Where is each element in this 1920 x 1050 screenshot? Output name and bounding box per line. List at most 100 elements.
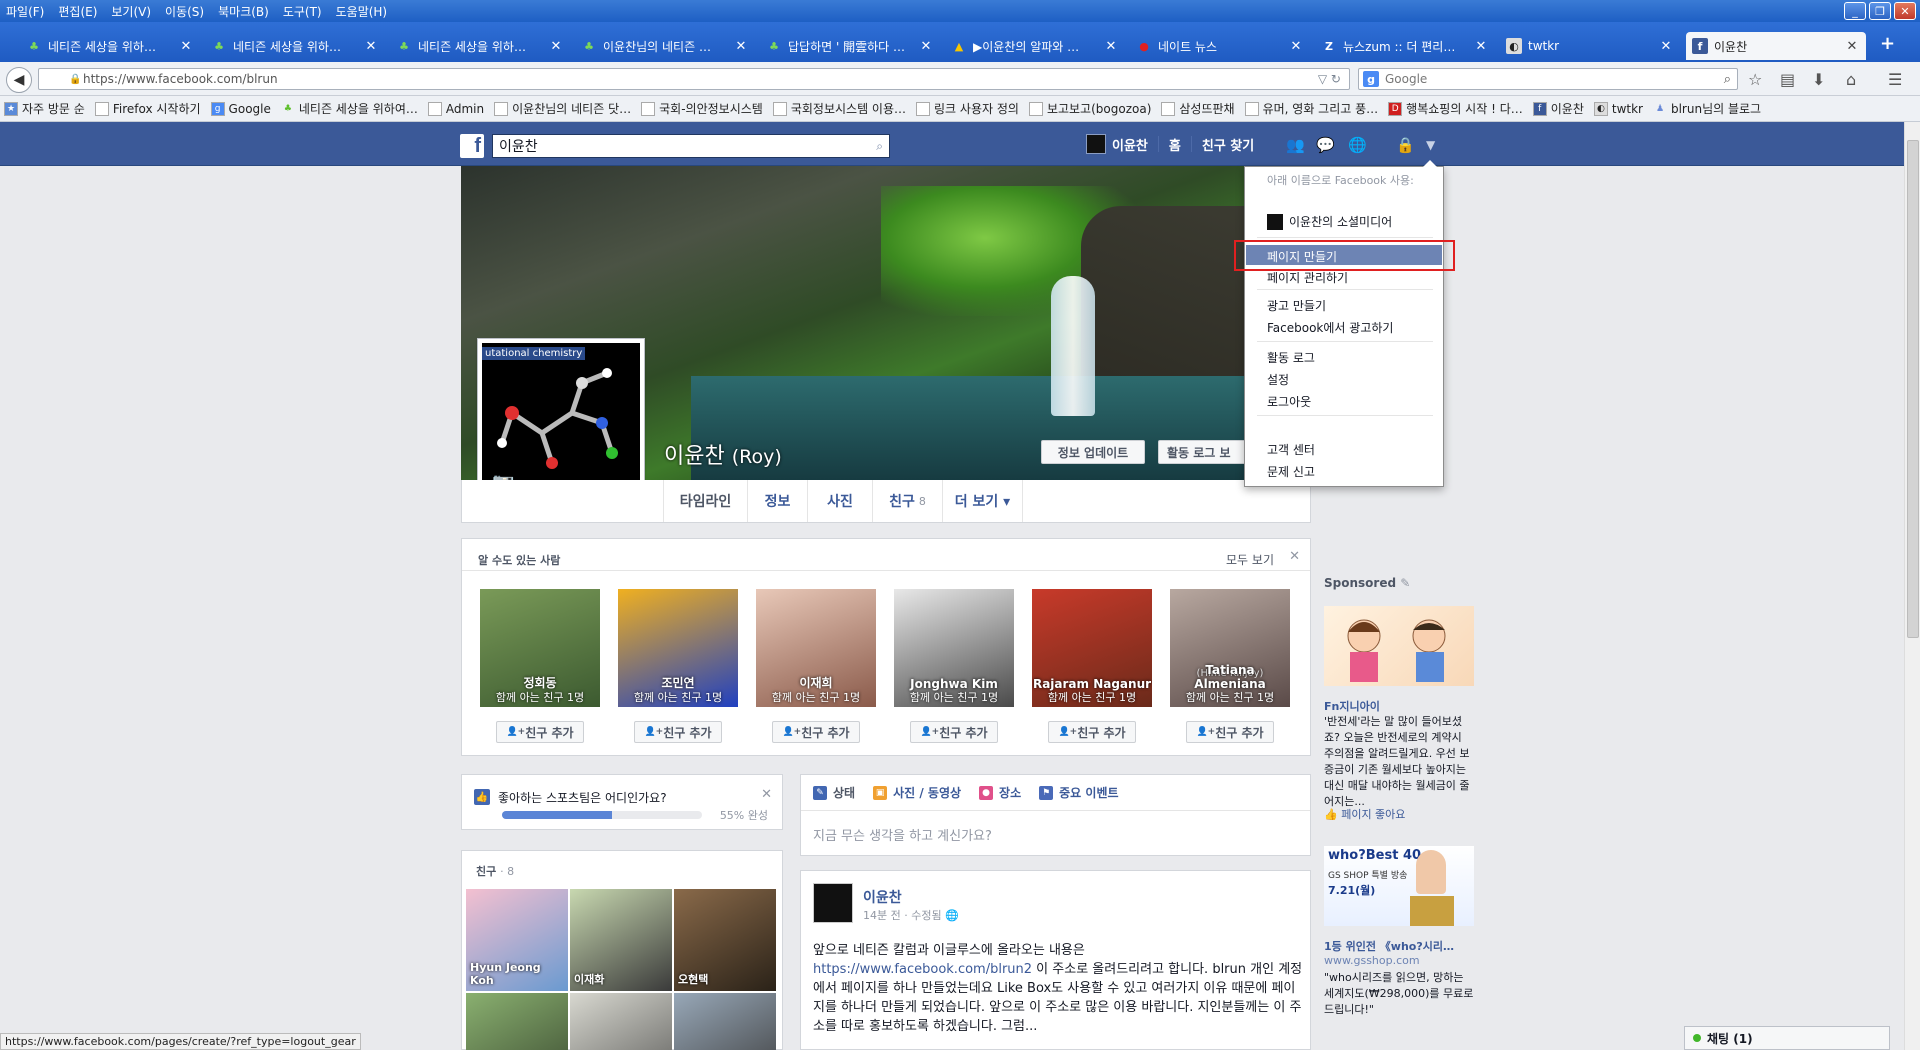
tab-friends[interactable]: 친구 8	[873, 480, 943, 522]
composer-tab-photo[interactable]: ▣ 사진 / 동영상	[873, 784, 961, 801]
pymk-card[interactable]: (Hime Killjoy) Tatiana Almeniana 함께 아는 친구 …	[1170, 589, 1290, 707]
menu-item-manage-pages[interactable]: 페이지 관리하기	[1267, 269, 1348, 286]
bookmark-item[interactable]: 이윤찬님의 네티즌 닷…	[494, 100, 631, 117]
friend-thumbnail[interactable]: 오현택	[674, 889, 776, 991]
tab-close-icon[interactable]: ✕	[548, 39, 564, 54]
friend-thumbnail[interactable]: Hyun Jeong Koh	[466, 889, 568, 991]
friend-requests-icon[interactable]: 👥	[1286, 136, 1306, 154]
ad-url[interactable]: www.gsshop.com	[1324, 954, 1420, 967]
menu-item-help[interactable]: 고객 센터	[1267, 441, 1315, 458]
avatar[interactable]	[1086, 134, 1106, 154]
maximize-icon[interactable]: ❐	[1869, 2, 1891, 20]
vertical-scrollbar[interactable]	[1904, 122, 1920, 1050]
pymk-mutual-friends[interactable]: 함께 아는 친구 1명	[894, 689, 1014, 705]
minimize-icon[interactable]: _	[1844, 2, 1866, 20]
back-icon[interactable]: ◀	[6, 67, 32, 93]
close-icon[interactable]: ✕	[761, 787, 772, 802]
bookmark-item[interactable]: ◐ twtkr	[1593, 101, 1643, 116]
add-friend-button[interactable]: 👤+ 친구 추가	[772, 721, 860, 743]
nav-profile-link[interactable]: 이윤찬	[1112, 135, 1148, 154]
pymk-card[interactable]: 정회동 함께 아는 친구 1명	[480, 589, 600, 707]
bookmarks-menu-icon[interactable]: ▤	[1780, 70, 1795, 89]
composer-tab-life-event[interactable]: ⚑ 중요 이벤트	[1039, 784, 1119, 801]
bookmark-star-icon[interactable]: ☆	[1748, 70, 1762, 89]
activity-log-button[interactable]: 활동 로그 보	[1158, 440, 1248, 464]
menu-item-create-ad[interactable]: 광고 만들기	[1267, 297, 1326, 314]
avatar[interactable]	[813, 883, 853, 923]
post-author[interactable]: 이윤찬	[863, 887, 902, 907]
close-icon[interactable]: ✕	[1289, 549, 1300, 564]
menu-item-advertise[interactable]: Facebook에서 광고하기	[1267, 319, 1393, 336]
post-link[interactable]: https://www.facebook.com/blrun2	[813, 962, 1032, 977]
bookmark-item[interactable]: Admin	[427, 101, 484, 116]
browser-tab[interactable]: ♣ 이윤찬님의 네티즌 … ✕	[575, 32, 755, 60]
bookmark-item[interactable]: 유머, 영화 그리고 풍…	[1244, 100, 1378, 117]
search-input[interactable]: g Google ⌕	[1358, 68, 1738, 90]
bookmark-item[interactable]: 보고보고(bogozoa)	[1028, 100, 1151, 117]
menu-file[interactable]: 파일(F)	[6, 3, 44, 20]
menu-tools[interactable]: 도구(T)	[283, 3, 322, 20]
new-tab-icon[interactable]: +	[1880, 33, 1895, 54]
facebook-logo-icon[interactable]: f	[460, 134, 484, 158]
url-bar[interactable]: 🔒 https://www.facebook.com/blrun ▽ ↻	[38, 68, 1350, 90]
see-all-link[interactable]: 모두 보기	[1226, 551, 1274, 568]
bookmark-item[interactable]: 삼성뜨판채	[1161, 100, 1235, 117]
menu-item-settings[interactable]: 설정	[1267, 371, 1289, 388]
bookmark-item[interactable]: D 행복쇼핑의 시작 ! 다…	[1388, 100, 1523, 117]
menu-history[interactable]: 이동(S)	[165, 3, 204, 20]
browser-tab[interactable]: Z 뉴스zum :: 더 편리… ✕	[1315, 32, 1495, 60]
tab-close-icon[interactable]: ✕	[733, 39, 749, 54]
pymk-mutual-friends[interactable]: 함께 아는 친구 1명	[480, 689, 600, 705]
browser-tab[interactable]: ● 네이트 뉴스 ✕	[1130, 32, 1310, 60]
menu-icon[interactable]: ☰	[1888, 70, 1902, 89]
nav-home-link[interactable]: 홈	[1169, 135, 1181, 154]
add-friend-button[interactable]: 👤+ 친구 추가	[496, 721, 584, 743]
pymk-mutual-friends[interactable]: 함께 아는 친구 1명	[618, 689, 738, 705]
pymk-mutual-friends[interactable]: 함께 아는 친구 1명	[1170, 689, 1290, 705]
nav-find-friends-link[interactable]: 친구 찾기	[1202, 135, 1254, 154]
bookmark-item[interactable]: g Google	[210, 101, 271, 116]
browser-tab[interactable]: ♣ 답답하면 ' 開雲하다 … ✕	[760, 32, 940, 60]
chevron-down-icon[interactable]: ▼	[1426, 138, 1446, 156]
ad-title[interactable]: 1등 위인전 《who?시리…	[1324, 938, 1474, 954]
download-icon[interactable]: ⬇	[1812, 70, 1825, 89]
browser-tab[interactable]: ♣ 네티즌 세상을 위하… ✕	[205, 32, 385, 60]
tab-close-icon[interactable]: ✕	[1103, 39, 1119, 54]
menu-item-page-identity[interactable]: 이윤찬의 소셜미디어	[1267, 213, 1392, 230]
ad-image[interactable]	[1324, 606, 1474, 686]
tab-close-icon[interactable]: ✕	[1844, 39, 1860, 54]
menu-edit[interactable]: 편집(E)	[58, 3, 97, 20]
pymk-card[interactable]: Jonghwa Kim 함께 아는 친구 1명	[894, 589, 1014, 707]
update-info-button[interactable]: 정보 업데이트	[1041, 440, 1145, 464]
menu-bookmarks[interactable]: 북마크(B)	[218, 3, 269, 20]
menu-item-report[interactable]: 문제 신고	[1267, 463, 1315, 480]
menu-item-activity-log[interactable]: 활동 로그	[1267, 349, 1315, 366]
browser-tab[interactable]: ♣ 네티즌 세상을 위하… ✕	[390, 32, 570, 60]
profile-name[interactable]: 이윤찬 (Roy)	[664, 438, 782, 470]
bookmark-item[interactable]: ♣ 네티즌 세상을 위하여…	[281, 100, 418, 117]
composer-input[interactable]: 지금 무슨 생각을 하고 계신가요?	[813, 825, 992, 844]
messages-icon[interactable]: 💬	[1316, 136, 1336, 154]
ad-image[interactable]: who?Best 40 GS SHOP 특별 방송 7.21(월)	[1324, 846, 1474, 926]
pymk-name[interactable]: Tatiana Almeniana	[1170, 663, 1290, 691]
tab-close-icon[interactable]: ✕	[1288, 39, 1304, 54]
ad-title[interactable]: Fn지니아이	[1324, 698, 1474, 714]
scrollbar-thumb[interactable]	[1907, 140, 1919, 638]
pymk-card[interactable]: Rajaram Naganur 함께 아는 친구 1명	[1032, 589, 1152, 707]
tab-timeline[interactable]: 타임라인	[663, 480, 748, 522]
tab-close-icon[interactable]: ✕	[1658, 39, 1674, 54]
composer-tab-status[interactable]: ✎ 상태	[813, 784, 855, 801]
tab-about[interactable]: 정보	[748, 480, 808, 522]
home-icon[interactable]: ⌂	[1846, 70, 1856, 89]
friends-title[interactable]: 친구 · 8	[476, 863, 514, 879]
bookmark-item[interactable]: ♟ blrun님의 블로그	[1653, 100, 1761, 117]
facebook-search-input[interactable]: 이윤찬 ⌕	[492, 134, 890, 158]
tab-close-icon[interactable]: ✕	[918, 39, 934, 54]
menu-help[interactable]: 도움말(H)	[336, 3, 388, 20]
chat-bar[interactable]: 채팅 (1)	[1684, 1026, 1890, 1050]
question-text[interactable]: 좋아하는 스포츠팀은 어디인가요?	[498, 789, 667, 806]
search-icon[interactable]: ⌕	[876, 139, 883, 154]
tab-close-icon[interactable]: ✕	[363, 39, 379, 54]
friend-thumbnail[interactable]	[674, 993, 776, 1050]
browser-tab[interactable]: ▲ ▶이윤찬의 알파와 … ✕	[945, 32, 1125, 60]
